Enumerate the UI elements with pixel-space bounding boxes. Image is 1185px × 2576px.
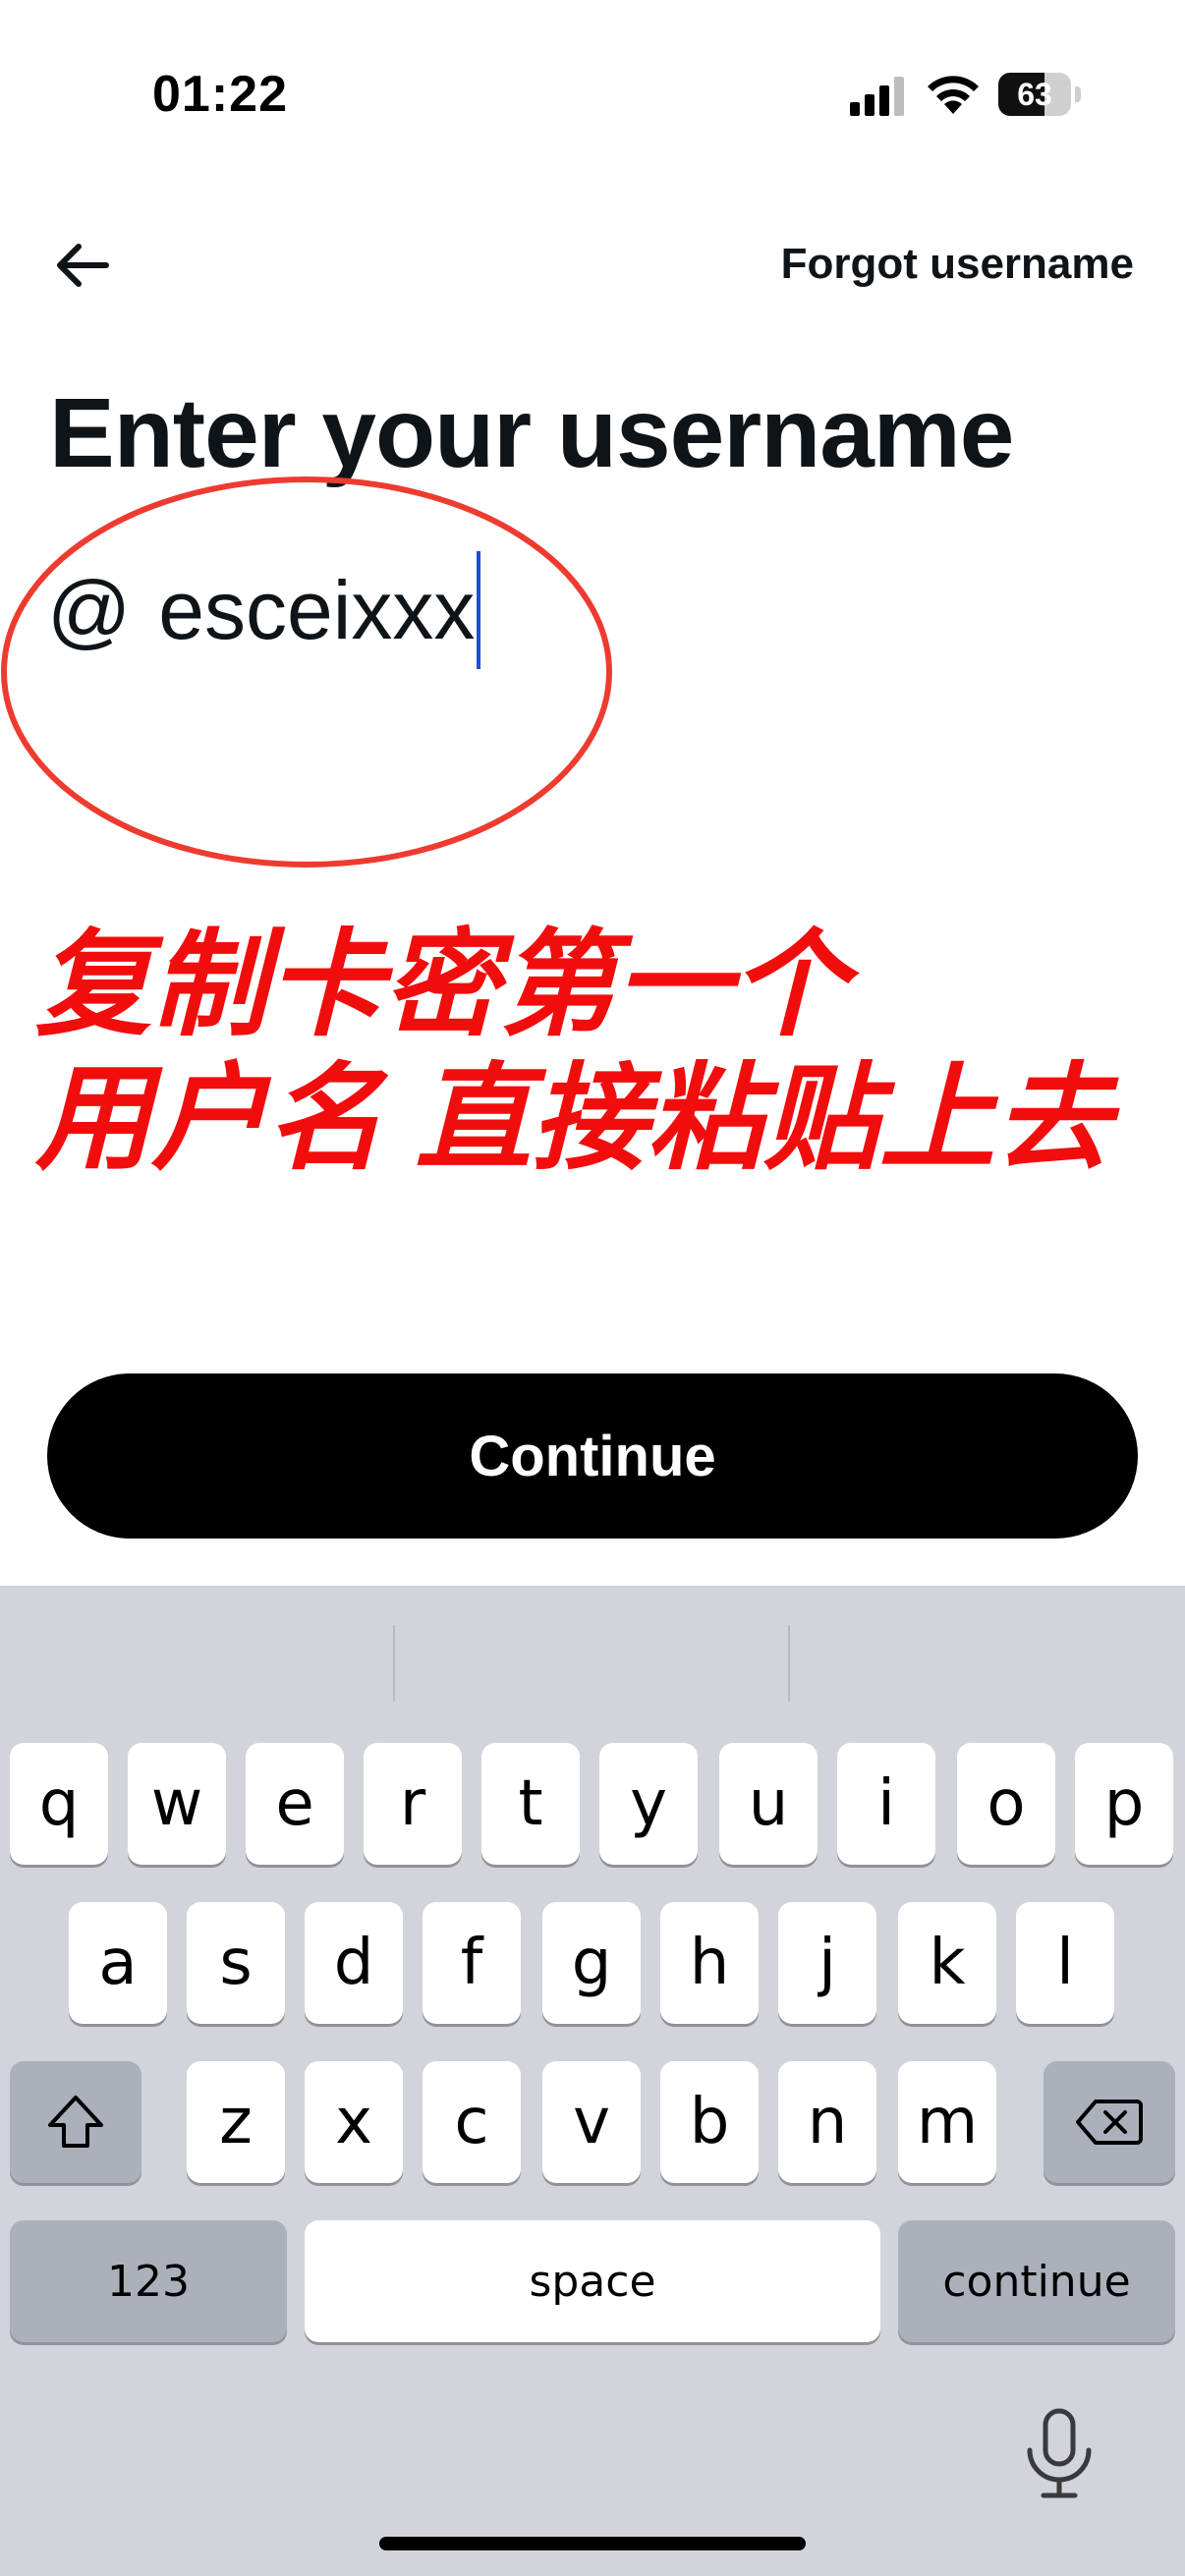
page-title: Enter your username bbox=[49, 378, 1014, 488]
key-t[interactable]: t bbox=[481, 1743, 580, 1865]
annotation-line-2: 用户名 直接粘贴上去 bbox=[35, 1054, 1111, 1184]
wifi-icon bbox=[928, 76, 979, 114]
shift-key[interactable] bbox=[10, 2061, 141, 2183]
numbers-key[interactable]: 123 bbox=[10, 2220, 287, 2342]
arrow-left-icon bbox=[57, 244, 109, 287]
key-g[interactable]: g bbox=[542, 1902, 641, 2024]
key-y[interactable]: y bbox=[599, 1743, 698, 1865]
battery-indicator: 63 bbox=[998, 73, 1081, 116]
key-r[interactable]: r bbox=[364, 1743, 462, 1865]
key-u[interactable]: u bbox=[719, 1743, 818, 1865]
space-key[interactable]: space bbox=[305, 2220, 880, 2342]
key-h[interactable]: h bbox=[660, 1902, 759, 2024]
key-n[interactable]: n bbox=[778, 2061, 876, 2183]
key-x[interactable]: x bbox=[305, 2061, 403, 2183]
battery-percent: 63 bbox=[1017, 77, 1052, 112]
forgot-username-link[interactable]: Forgot username bbox=[781, 240, 1134, 289]
shift-icon bbox=[48, 2096, 103, 2148]
status-bar: 01:22 63 bbox=[0, 0, 1185, 196]
microphone-icon[interactable] bbox=[1022, 2407, 1097, 2501]
key-f[interactable]: f bbox=[423, 1902, 521, 2024]
key-c[interactable]: c bbox=[423, 2061, 521, 2183]
delete-key[interactable] bbox=[1044, 2061, 1175, 2183]
red-circle-annotation bbox=[1, 476, 612, 868]
back-button[interactable] bbox=[47, 230, 118, 301]
status-time: 01:22 bbox=[152, 66, 288, 123]
cellular-signal-icon bbox=[850, 77, 904, 116]
continue-button[interactable]: Continue bbox=[47, 1373, 1138, 1539]
return-key[interactable]: continue bbox=[898, 2220, 1175, 2342]
key-o[interactable]: o bbox=[957, 1743, 1055, 1865]
key-q[interactable]: q bbox=[10, 1743, 108, 1865]
suggestion-divider bbox=[788, 1625, 790, 1702]
key-a[interactable]: a bbox=[69, 1902, 167, 2024]
key-d[interactable]: d bbox=[305, 1902, 403, 2024]
key-l[interactable]: l bbox=[1016, 1902, 1114, 2024]
key-b[interactable]: b bbox=[660, 2061, 759, 2183]
key-m[interactable]: m bbox=[898, 2061, 996, 2183]
key-v[interactable]: v bbox=[542, 2061, 641, 2183]
home-indicator bbox=[379, 2537, 806, 2550]
key-k[interactable]: k bbox=[898, 1902, 996, 2024]
suggestion-divider bbox=[393, 1625, 395, 1702]
instruction-annotation: 复制卡密第一个 用户名 直接粘贴上去 bbox=[35, 919, 1111, 1186]
key-z[interactable]: z bbox=[187, 2061, 285, 2183]
backspace-icon bbox=[1076, 2100, 1143, 2145]
key-p[interactable]: p bbox=[1075, 1743, 1173, 1865]
key-s[interactable]: s bbox=[187, 1902, 285, 2024]
key-i[interactable]: i bbox=[837, 1743, 935, 1865]
key-j[interactable]: j bbox=[778, 1902, 876, 2024]
key-w[interactable]: w bbox=[128, 1743, 226, 1865]
keyboard: q w e r t y u i o p a s d f g h j k l z … bbox=[0, 1586, 1185, 2576]
key-e[interactable]: e bbox=[246, 1743, 344, 1865]
annotation-line-1: 复制卡密第一个 bbox=[35, 921, 848, 1050]
